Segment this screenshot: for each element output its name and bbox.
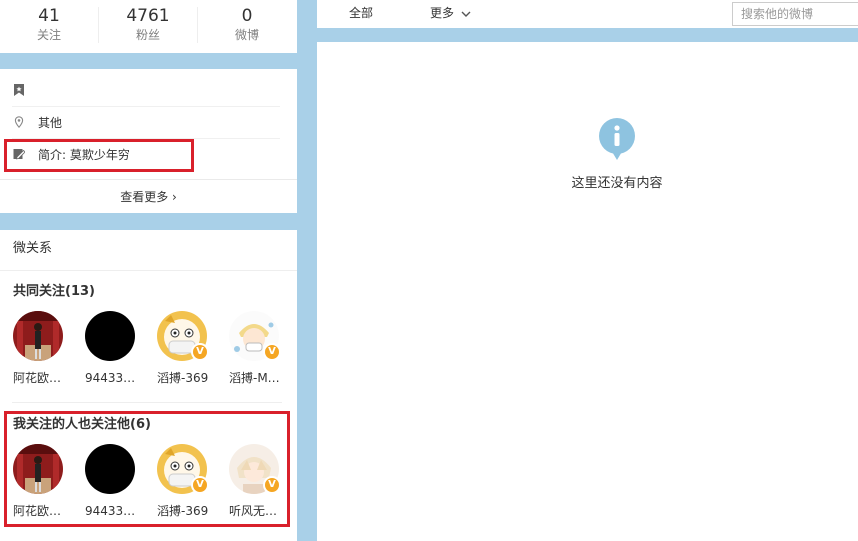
user-name[interactable]: 滔搏-M… — [229, 370, 291, 386]
common-follow-title[interactable]: 共同关注(13) — [13, 283, 95, 301]
profile-info-card: 其他 简介: 莫欺少年穷 查看更多 › — [0, 69, 297, 213]
bookmark-icon — [14, 84, 24, 96]
info-icon — [599, 118, 635, 160]
stat-following[interactable]: 41 关注 — [0, 0, 98, 53]
feed-tab-bar: 全部 更多 — [317, 0, 858, 28]
user-name[interactable]: 94433… — [85, 370, 147, 386]
stat-label: 粉丝 — [135, 28, 160, 42]
user-avatar[interactable] — [85, 311, 135, 361]
user-avatar[interactable]: V — [157, 311, 209, 361]
empty-state-text: 这里还没有内容 — [571, 176, 663, 191]
search-input[interactable] — [732, 2, 858, 26]
view-more-label: 查看更多 › — [120, 190, 177, 204]
user-name[interactable]: 阿花欧… — [13, 370, 75, 386]
avatar-photo — [85, 311, 135, 361]
divider — [12, 402, 282, 403]
feed-panel: 这里还没有内容 — [317, 42, 858, 541]
avatar-photo — [13, 311, 63, 361]
stat-posts[interactable]: 0 微博 — [198, 0, 296, 53]
view-more-button[interactable]: 查看更多 › — [0, 179, 297, 213]
info-row-badge — [12, 75, 280, 107]
verified-badge-icon: V — [191, 343, 209, 361]
highlight-box — [4, 411, 290, 527]
location-pin-icon — [14, 116, 24, 128]
relations-title: 微关系 — [13, 241, 53, 256]
user-avatar[interactable] — [13, 311, 63, 361]
relations-card: 微关系 共同关注(13) 阿花欧… 94433… V 滔搏-369 V 滔搏-M… — [0, 230, 297, 541]
stat-value: 41 — [38, 6, 60, 26]
stats-card: 41 关注 4761 粉丝 0 微博 — [0, 0, 297, 53]
divider — [0, 270, 297, 271]
stat-label: 关注 — [36, 28, 61, 42]
stat-label: 微博 — [234, 28, 259, 42]
info-row-location: 其他 — [12, 107, 280, 139]
chevron-down-icon — [461, 11, 471, 17]
tab-more[interactable]: 更多 — [430, 5, 471, 21]
highlight-box — [4, 139, 194, 172]
user-avatar[interactable]: V — [229, 311, 281, 361]
tab-all[interactable]: 全部 — [349, 5, 373, 21]
stat-followers[interactable]: 4761 粉丝 — [99, 0, 197, 53]
verified-badge-icon: V — [263, 343, 281, 361]
tab-more-label: 更多 — [430, 6, 455, 20]
stat-value: 0 — [241, 6, 253, 26]
stat-value: 4761 — [126, 6, 170, 26]
user-name[interactable]: 滔搏-369 — [157, 370, 219, 386]
location-text: 其他 — [38, 116, 63, 130]
